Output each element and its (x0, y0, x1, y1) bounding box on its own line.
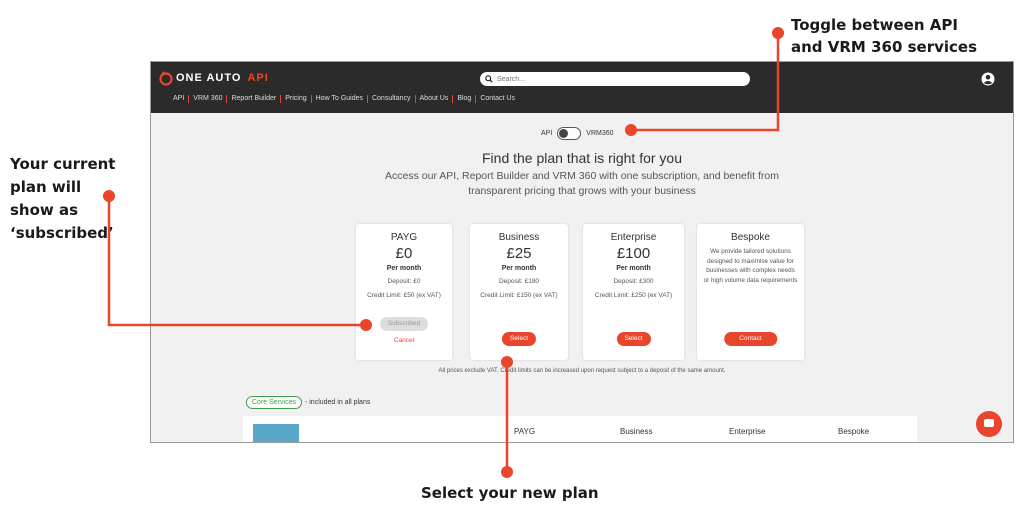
plan-period: Per month (501, 265, 537, 272)
table-header-bespoke: Bespoke (838, 427, 870, 436)
main-nav: API VRM 360 Report Builder Pricing How T… (169, 95, 519, 103)
nav-item-vrm360[interactable]: VRM 360 (189, 95, 228, 103)
plan-price: £100 (616, 245, 651, 262)
table-header-enterprise: Enterprise (729, 427, 766, 436)
plan-card-bespoke: Bespoke We provide tailored solutions de… (697, 224, 804, 360)
table-header-payg: PAYG (514, 427, 536, 436)
nav-item-api[interactable]: API (169, 95, 190, 103)
search-icon (485, 75, 493, 83)
page-title: Find the plan that is right for you (482, 150, 682, 166)
nav-item-about-us[interactable]: About Us (416, 95, 454, 103)
logo-accent-text: API (247, 72, 269, 84)
plan-period: Per month (616, 265, 651, 272)
annotation-line: Your current (10, 155, 116, 173)
plan-credit-limit: Credit Limit: £50 (ex VAT) (367, 292, 441, 299)
subscribed-button: Subscribed (380, 317, 428, 331)
search-bar[interactable] (480, 72, 750, 86)
annotation-line: ‘subscribed’ (10, 224, 114, 242)
annotation-current-plan: Your current plan will show as ‘subscrib… (10, 153, 130, 245)
plan-deposit: Deposit: £180 (498, 278, 540, 285)
logo-flame-icon (159, 71, 173, 86)
plan-name: Enterprise (610, 232, 657, 243)
thumbnail-image (253, 424, 299, 442)
annotation-toggle: Toggle between API and VRM 360 services (791, 14, 977, 58)
connector-dot (501, 466, 513, 478)
select-business-button[interactable]: Select (501, 332, 537, 346)
contact-sales-button[interactable]: Contact Sales (723, 332, 778, 356)
top-navigation-bar: ONE AUTO API API VRM 360 Report Builder … (151, 62, 1013, 113)
chat-bubble-icon[interactable] (976, 411, 1002, 437)
plan-credit-limit: Credit Limit: £250 (ex VAT) (594, 292, 673, 299)
select-enterprise-button[interactable]: Select (616, 332, 651, 346)
plan-credit-limit: Credit Limit: £150 (ex VAT) (480, 292, 558, 299)
connector-dot (772, 27, 784, 39)
comparison-table-header: PAYG Business Enterprise Bespoke (243, 416, 917, 442)
nav-item-contact-us[interactable]: Contact Us (476, 95, 519, 103)
cancel-link[interactable]: Cancel (356, 337, 452, 344)
logo-text: ONE AUTO (176, 72, 242, 84)
annotation-line: and VRM 360 services (791, 38, 978, 56)
plan-deposit: Deposit: £0 (387, 278, 421, 285)
page-subtitle: Access our API, Report Builder and VRM 3… (385, 170, 779, 197)
core-services-row: Core Services - included in all plans (246, 396, 370, 409)
one-auto-api-logo[interactable]: ONE AUTO API (158, 70, 269, 86)
plan-card-payg: PAYG £0 Per month Deposit: £0 Credit Lim… (356, 224, 452, 360)
annotation-line: Toggle between API (791, 16, 958, 34)
nav-item-report-builder[interactable]: Report Builder (227, 95, 282, 103)
plan-price: £0 (395, 245, 413, 262)
plan-period: Per month (386, 265, 422, 272)
plan-deposit: Deposit: £300 (613, 278, 654, 285)
plan-name: Business (498, 232, 540, 243)
annotation-line: plan will (10, 178, 82, 196)
api-vrm360-switch[interactable] (557, 127, 582, 140)
site-screenshot: ONE AUTO API API VRM 360 Report Builder … (150, 61, 1014, 443)
annotation-select-plan: Select your new plan (421, 484, 599, 502)
plan-name: Bespoke (731, 232, 770, 243)
plan-description: We provide tailored solutions designed t… (703, 248, 798, 284)
nav-item-consultancy[interactable]: Consultancy (368, 95, 416, 103)
user-account-icon[interactable] (981, 72, 995, 86)
table-header-business: Business (620, 427, 653, 436)
plan-card-business: Business £25 Per month Deposit: £180 Cre… (470, 224, 568, 360)
nav-item-how-to-guides[interactable]: How To Guides (312, 95, 368, 103)
annotation-line: show as (10, 201, 79, 219)
nav-item-blog[interactable]: Blog (453, 95, 477, 103)
plan-name: PAYG (390, 232, 418, 243)
toggle-label-vrm360: VRM360 (586, 130, 614, 137)
core-services-badge: Core Services (246, 396, 302, 409)
service-toggle: API VRM360 (541, 127, 614, 140)
core-services-suffix: - included in all plans (304, 399, 371, 406)
pricing-footnote: All prices exclude VAT. Credit limits ca… (438, 368, 726, 374)
toggle-label-api: API (541, 130, 553, 137)
nav-item-pricing[interactable]: Pricing (281, 95, 312, 103)
plan-card-enterprise: Enterprise £100 Per month Deposit: £300 … (583, 224, 684, 360)
plan-price: £25 (506, 245, 532, 262)
switch-knob (559, 129, 569, 138)
search-input[interactable] (497, 75, 727, 83)
